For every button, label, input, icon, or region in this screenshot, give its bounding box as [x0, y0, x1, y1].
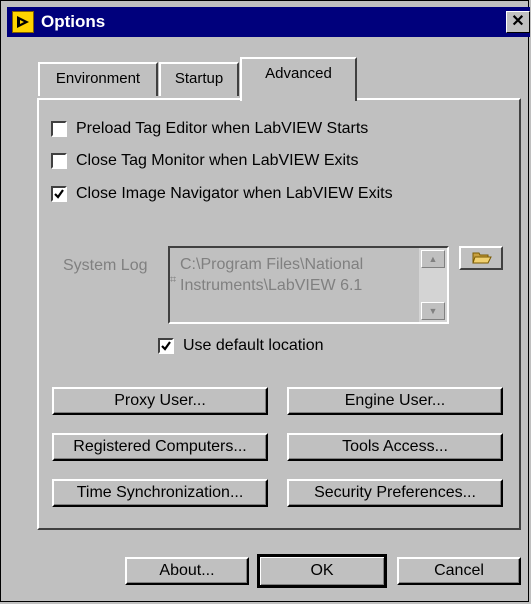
browse-folder-button[interactable] — [459, 246, 503, 270]
use-default-location-label: Use default location — [183, 337, 324, 354]
tab-environment[interactable]: Environment — [38, 62, 158, 96]
time-synchronization-button[interactable]: Time Synchronization... — [52, 479, 268, 507]
checkmark-icon — [161, 341, 171, 351]
about-button[interactable]: About... — [125, 557, 249, 585]
cancel-button[interactable]: Cancel — [397, 557, 521, 585]
close-button[interactable]: ✕ — [506, 11, 530, 33]
registered-computers-button[interactable]: Registered Computers... — [52, 433, 268, 461]
system-log-scrollbar: ▲ ▼ — [419, 248, 447, 322]
system-log-label: System Log — [63, 257, 148, 274]
security-preferences-button[interactable]: Security Preferences... — [287, 479, 503, 507]
use-default-location-checkbox[interactable] — [158, 338, 174, 354]
labview-app-icon — [12, 11, 34, 33]
proxy-user-button[interactable]: Proxy User... — [52, 387, 268, 415]
tab-advanced[interactable]: Advanced — [240, 57, 357, 101]
close-tag-monitor-checkbox[interactable] — [51, 153, 67, 169]
path-separator-icon: ⌗ — [170, 274, 177, 286]
close-tag-monitor-label: Close Tag Monitor when LabVIEW Exits — [76, 152, 359, 169]
ok-button[interactable]: OK — [257, 554, 387, 588]
close-image-navigator-checkbox[interactable] — [51, 186, 67, 202]
options-dialog: Options ✕ Environment Startup Advanced P… — [0, 0, 530, 602]
scroll-up-icon: ▲ — [421, 250, 445, 268]
close-image-navigator-label: Close Image Navigator when LabVIEW Exits — [76, 185, 393, 202]
system-log-path-line2: Instruments\LabVIEW 6.1 — [180, 277, 363, 294]
tools-access-button[interactable]: Tools Access... — [287, 433, 503, 461]
engine-user-button[interactable]: Engine User... — [287, 387, 503, 415]
title-bar[interactable]: Options ✕ — [7, 7, 530, 37]
system-log-path-text: C:\Program Files\National Instruments\La… — [180, 254, 363, 296]
preload-tag-editor-checkbox[interactable] — [51, 121, 67, 137]
tab-startup[interactable]: Startup — [159, 62, 239, 96]
scroll-down-icon: ▼ — [421, 302, 445, 320]
system-log-path-line1: C:\Program Files\National — [180, 256, 364, 273]
system-log-path-field: ⌗ C:\Program Files\National Instruments\… — [168, 246, 449, 324]
window-title: Options — [41, 12, 106, 31]
folder-open-icon — [472, 252, 492, 264]
checkmark-icon — [54, 189, 64, 199]
preload-tag-editor-label: Preload Tag Editor when LabVIEW Starts — [76, 120, 369, 137]
